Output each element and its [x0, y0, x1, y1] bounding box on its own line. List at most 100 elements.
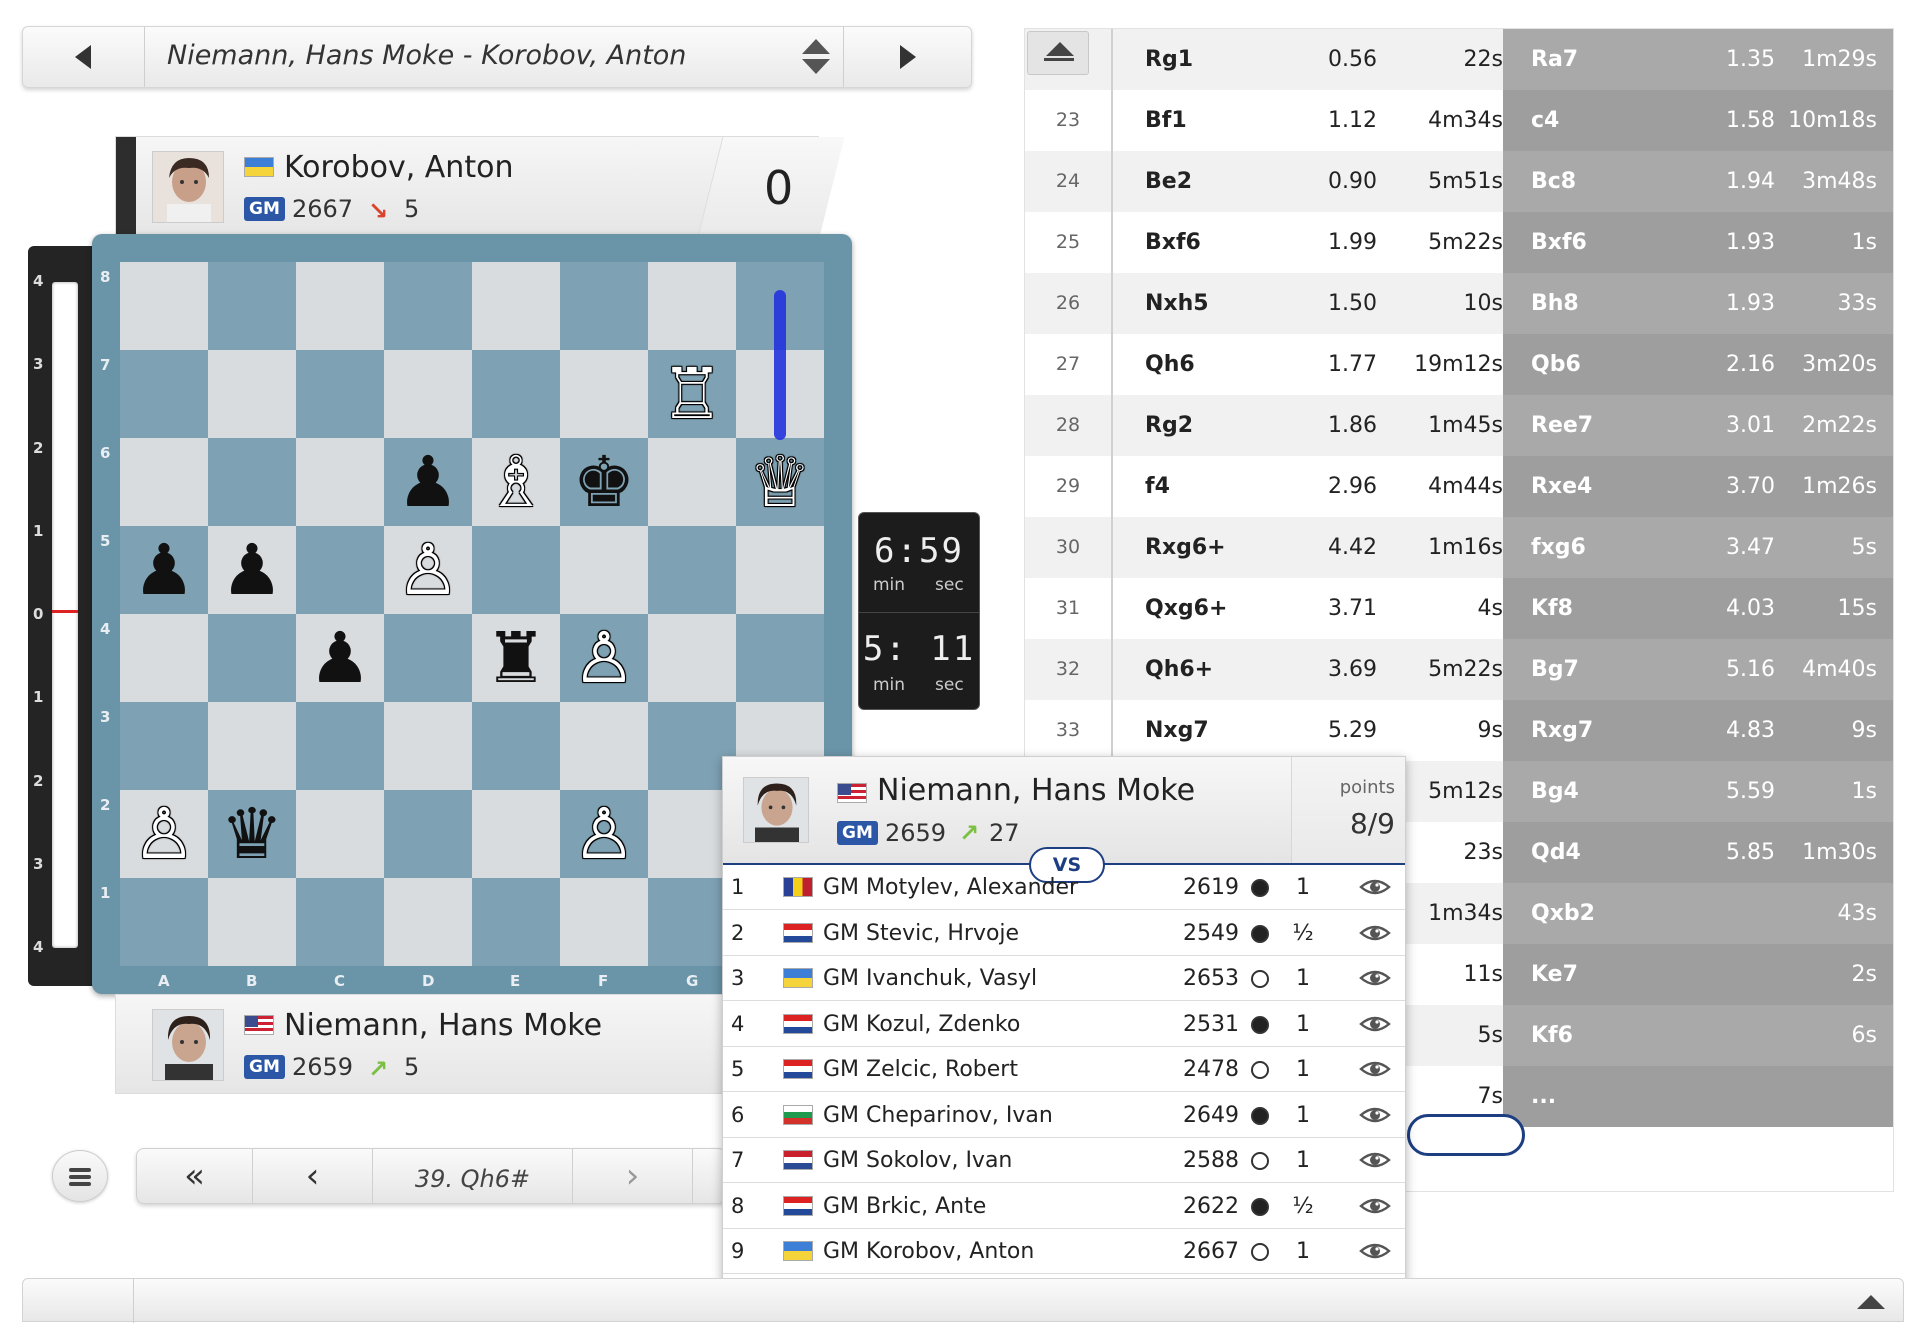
white-pawn-piece[interactable]: ♙: [560, 614, 648, 702]
board-square[interactable]: [208, 614, 296, 702]
black-rook-piece[interactable]: ♜: [472, 614, 560, 702]
round-row[interactable]: 2 GM Stevic, Hrvoje 2549 ½: [723, 911, 1405, 956]
board-square[interactable]: [736, 614, 824, 702]
round-row[interactable]: 3 GM Ivanchuk, Vasyl 2653 1: [723, 956, 1405, 1001]
black-move[interactable]: Ra7: [1531, 29, 1578, 90]
black-move[interactable]: Bxf6: [1531, 212, 1587, 273]
white-move[interactable]: f4: [1145, 456, 1170, 517]
active-move-highlight[interactable]: [1407, 1114, 1525, 1156]
eye-icon[interactable]: [1359, 1012, 1391, 1036]
board-square[interactable]: [736, 526, 824, 614]
black-move[interactable]: Kf6: [1531, 1005, 1573, 1066]
white-move[interactable]: Rg2: [1145, 395, 1193, 456]
game-title[interactable]: Niemann, Hans Moke - Korobov, Anton: [167, 40, 686, 71]
white-move[interactable]: Rg1: [1145, 29, 1193, 90]
white-move[interactable]: Bf1: [1145, 90, 1187, 151]
white-move[interactable]: Bxf6: [1145, 212, 1201, 273]
scroll-up-button[interactable]: [1027, 31, 1089, 75]
black-move[interactable]: Qxb2: [1531, 883, 1595, 944]
eye-icon[interactable]: [1359, 921, 1391, 945]
round-row[interactable]: 6 GM Cheparinov, Ivan 2649 1: [723, 1093, 1405, 1138]
current-move-display[interactable]: 39. Qh6#: [373, 1149, 573, 1203]
black-move[interactable]: Bc8: [1531, 151, 1576, 212]
board-square[interactable]: [472, 526, 560, 614]
chess-board[interactable]: ♖ ♟ ♗ ♚ ♕ ♟ ♟ ♙ ♟ ♜ ♙ ♙ ♛ ♙: [120, 262, 824, 966]
eye-icon[interactable]: [1359, 1239, 1391, 1263]
board-square[interactable]: [648, 526, 736, 614]
board-square[interactable]: [560, 350, 648, 438]
white-bishop-piece[interactable]: ♗: [472, 438, 560, 526]
board-square[interactable]: [560, 702, 648, 790]
white-move[interactable]: Qxg6+: [1145, 578, 1227, 639]
board-square[interactable]: [472, 262, 560, 350]
white-move[interactable]: Nxh5: [1145, 273, 1209, 334]
board-square[interactable]: [560, 526, 648, 614]
board-square[interactable]: [384, 702, 472, 790]
eye-icon[interactable]: [1359, 966, 1391, 990]
previous-game-button[interactable]: [23, 27, 145, 87]
board-square[interactable]: [648, 438, 736, 526]
black-pawn-piece[interactable]: ♟: [120, 526, 208, 614]
white-move[interactable]: Qh6: [1145, 334, 1195, 395]
board-square[interactable]: [208, 702, 296, 790]
black-pawn-piece[interactable]: ♟: [296, 614, 384, 702]
menu-button[interactable]: [52, 1150, 108, 1202]
board-square[interactable]: [384, 878, 472, 966]
black-move[interactable]: Qb6: [1531, 334, 1581, 395]
black-king-piece[interactable]: ♚: [560, 438, 648, 526]
board-square[interactable]: [560, 262, 648, 350]
board-square[interactable]: [296, 350, 384, 438]
black-move[interactable]: Bh8: [1531, 273, 1579, 334]
board-square[interactable]: [472, 878, 560, 966]
white-move[interactable]: Rxg6+: [1145, 517, 1226, 578]
round-row[interactable]: 4 GM Kozul, Zdenko 2531 1: [723, 1002, 1405, 1047]
board-square[interactable]: [120, 614, 208, 702]
black-move[interactable]: Ree7: [1531, 395, 1593, 456]
board-square[interactable]: [120, 878, 208, 966]
white-pawn-piece[interactable]: ♙: [560, 790, 648, 878]
white-move[interactable]: Qh6+: [1145, 639, 1213, 700]
board-square[interactable]: [648, 614, 736, 702]
next-game-button[interactable]: [843, 27, 971, 87]
board-square[interactable]: [296, 526, 384, 614]
board-square[interactable]: [120, 262, 208, 350]
board-square[interactable]: [296, 438, 384, 526]
board-square[interactable]: [120, 438, 208, 526]
next-move-button[interactable]: ›: [573, 1149, 693, 1203]
round-row[interactable]: 9 GM Korobov, Anton 2667 1: [723, 1229, 1405, 1274]
board-square[interactable]: [120, 702, 208, 790]
expand-up-icon[interactable]: [1857, 1295, 1885, 1309]
game-dropdown-icon[interactable]: [801, 37, 831, 77]
previous-move-button[interactable]: ‹: [253, 1149, 373, 1203]
black-move[interactable]: Bg4: [1531, 761, 1579, 822]
black-move[interactable]: fxg6: [1531, 517, 1586, 578]
white-move[interactable]: Nxg7: [1145, 700, 1209, 761]
black-move[interactable]: Rxg7: [1531, 700, 1593, 761]
board-square[interactable]: [472, 702, 560, 790]
board-square[interactable]: [120, 350, 208, 438]
black-move[interactable]: Ke7: [1531, 944, 1578, 1005]
board-square[interactable]: [296, 878, 384, 966]
black-move[interactable]: Rxe4: [1531, 456, 1592, 517]
white-queen-piece[interactable]: ♕: [736, 438, 824, 526]
black-pawn-piece[interactable]: ♟: [208, 526, 296, 614]
round-row[interactable]: 5 GM Zelcic, Robert 2478 1: [723, 1047, 1405, 1092]
board-square[interactable]: [384, 262, 472, 350]
white-pawn-piece[interactable]: ♙: [120, 790, 208, 878]
board-square[interactable]: [208, 262, 296, 350]
black-move[interactable]: Bg7: [1531, 639, 1579, 700]
board-square[interactable]: [560, 878, 648, 966]
white-pawn-piece[interactable]: ♙: [384, 526, 472, 614]
white-rook-piece[interactable]: ♖: [648, 350, 736, 438]
board-square[interactable]: [208, 878, 296, 966]
board-square[interactable]: [384, 350, 472, 438]
board-square[interactable]: [472, 350, 560, 438]
board-square[interactable]: [472, 790, 560, 878]
round-row[interactable]: 8 GM Brkic, Ante 2622 ½: [723, 1184, 1405, 1229]
board-square[interactable]: [208, 438, 296, 526]
black-move[interactable]: ...: [1531, 1066, 1556, 1127]
board-square[interactable]: [296, 790, 384, 878]
eye-icon[interactable]: [1359, 1103, 1391, 1127]
first-move-button[interactable]: «: [137, 1149, 253, 1203]
black-queen-piece[interactable]: ♛: [208, 790, 296, 878]
